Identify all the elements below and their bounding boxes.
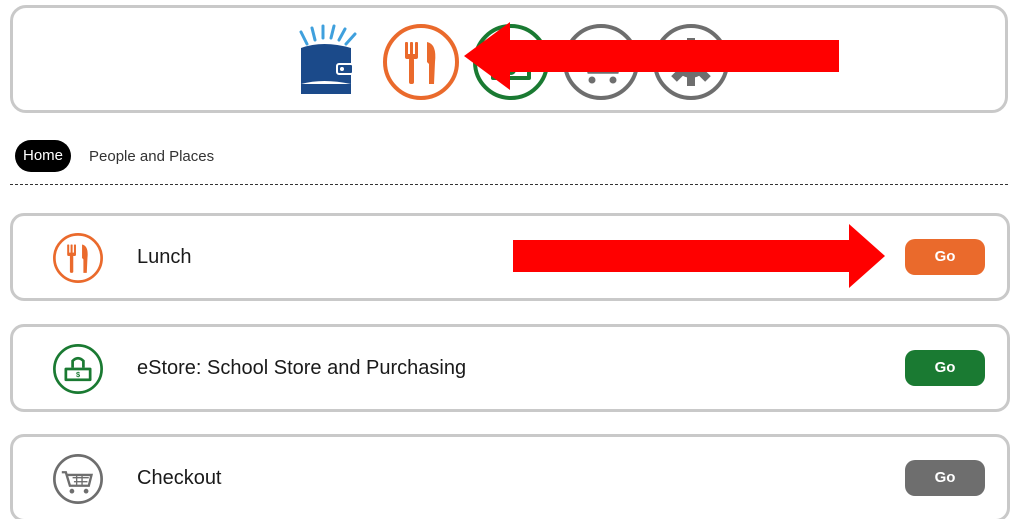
card-title-checkout: Checkout — [137, 467, 222, 489]
lunch-icon — [53, 233, 103, 283]
card-checkout[interactable]: Checkout Go — [10, 434, 1010, 519]
lunch-icon[interactable] — [381, 22, 461, 102]
breadcrumb: Home People and Places — [15, 140, 214, 172]
checkout-cart-icon — [53, 454, 103, 504]
annotation-arrow-left-icon — [464, 22, 839, 90]
card-title-lunch: Lunch — [137, 246, 192, 268]
annotation-arrow-right-icon — [513, 224, 885, 288]
estore-money-icon: $ — [53, 344, 103, 394]
dashed-divider — [10, 184, 1008, 185]
breadcrumb-people-and-places[interactable]: People and Places — [89, 148, 214, 165]
card-title-estore: eStore: School Store and Purchasing — [137, 357, 467, 379]
library-book-icon[interactable] — [291, 22, 371, 102]
breadcrumb-home[interactable]: Home — [15, 140, 72, 172]
card-estore[interactable]: $ eStore: School Store and Purchasing Go — [10, 324, 1010, 412]
estore-go-button[interactable]: Go — [905, 350, 985, 386]
lunch-go-button[interactable]: Go — [905, 239, 985, 275]
checkout-go-button[interactable]: Go — [905, 460, 985, 496]
